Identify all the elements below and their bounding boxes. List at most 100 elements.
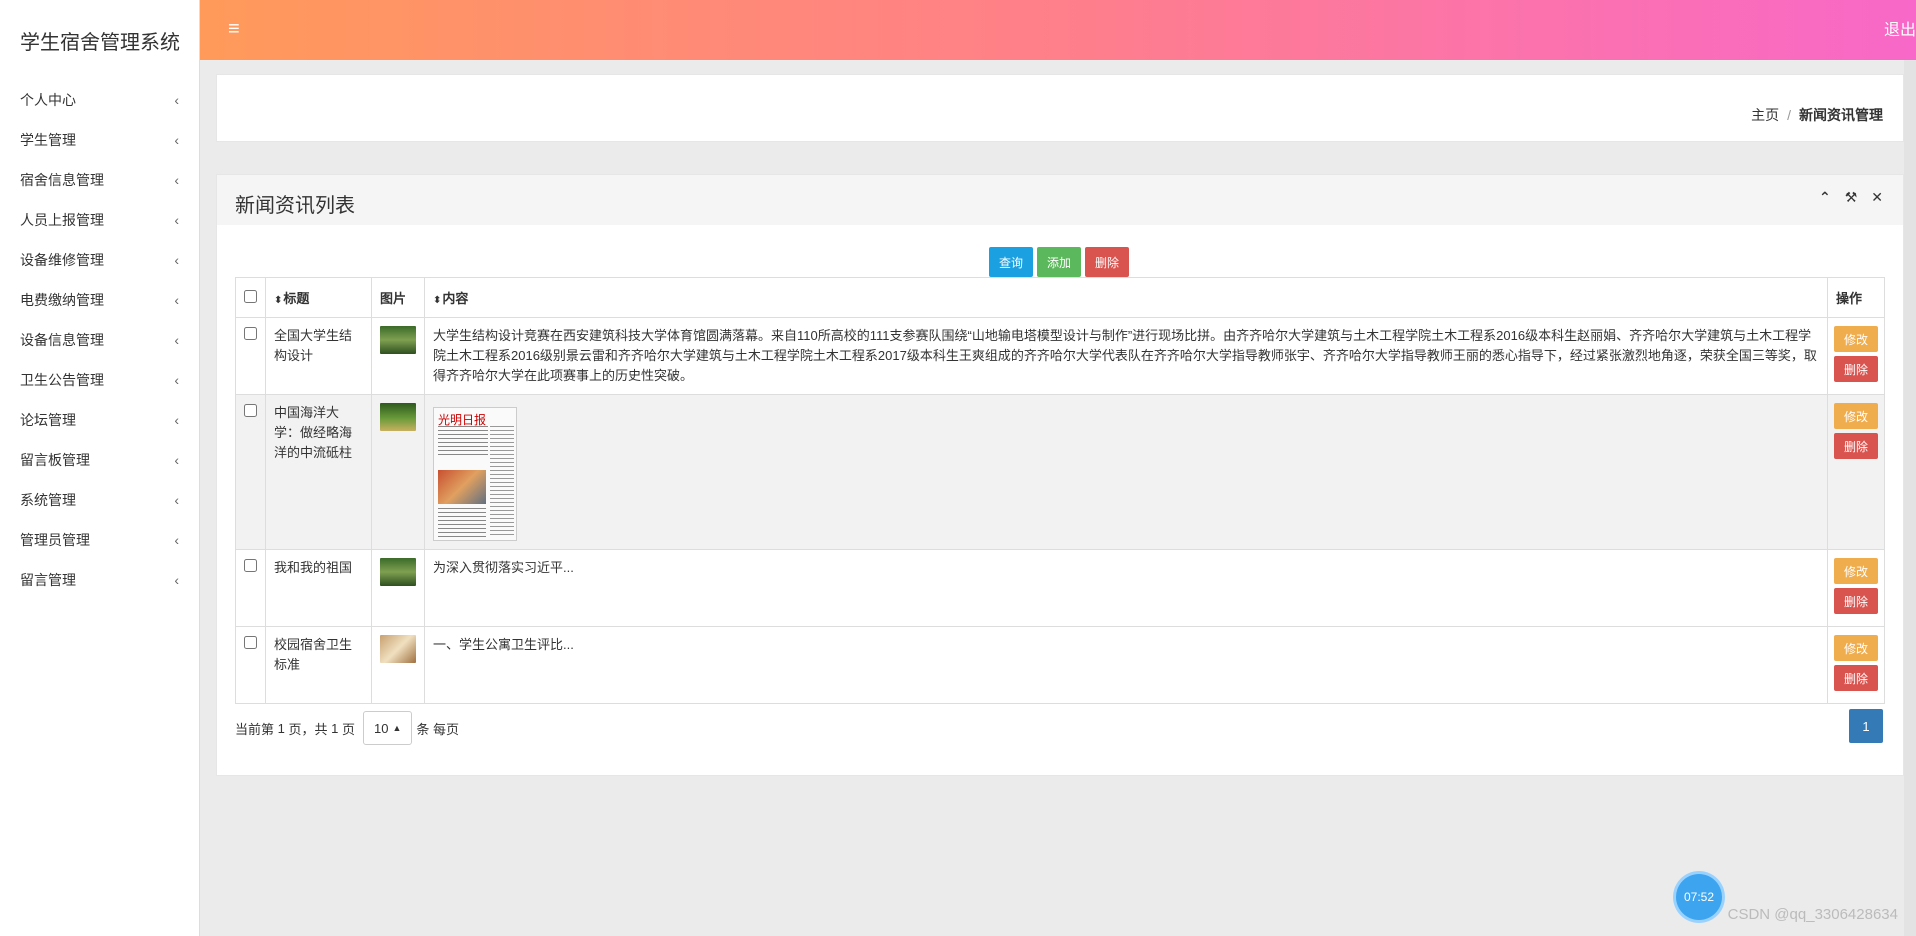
add-button[interactable]: 添加	[1037, 247, 1082, 277]
logout-link[interactable]: 退出	[1884, 16, 1916, 40]
thumbnail-image	[380, 326, 416, 354]
sidebar-item-equipment-repair[interactable]: 设备维修管理 ‹	[0, 240, 199, 280]
row-select-cell	[235, 549, 266, 627]
row-ops: 修改 删除	[1827, 626, 1885, 704]
row-image-cell	[371, 549, 425, 627]
newspaper-text-block	[438, 508, 486, 538]
chevron-left-icon: ‹	[174, 452, 179, 468]
per-page-label: 条 每页	[416, 721, 460, 737]
row-select-cell	[235, 394, 266, 550]
sidebar-item-system[interactable]: 系统管理 ‹	[0, 480, 199, 520]
toolbar: 查询 添加 删除	[989, 247, 1130, 277]
select-all-cell	[235, 277, 266, 318]
breadcrumb-panel: 主页 / 新闻资讯管理	[216, 74, 1904, 142]
edit-button[interactable]: 修改	[1834, 326, 1878, 352]
sidebar-item-admins[interactable]: 管理员管理 ‹	[0, 520, 199, 560]
collapse-icon[interactable]: ⌃	[1819, 189, 1831, 206]
row-title: 全国大学生结构设计	[265, 317, 372, 395]
sidebar-item-label: 卫生公告管理	[20, 372, 104, 388]
table-row: 校园宿舍卫生标准 一、学生公寓卫生评比... 修改 删除	[235, 626, 1885, 704]
column-header-label: 标题	[283, 291, 310, 306]
chevron-left-icon: ‹	[174, 172, 179, 188]
sidebar-menu: 个人中心 ‹ 学生管理 ‹ 宿舍信息管理 ‹ 人员上报管理 ‹ 设备维修管理 ‹ 电费缴纳…	[0, 80, 199, 600]
app-title: 学生宿舍管理系统	[20, 31, 180, 54]
watermark: CSDN @qq_3306428634	[1727, 906, 1898, 923]
row-title: 我和我的祖国	[265, 549, 372, 627]
row-ops: 修改 删除	[1827, 549, 1885, 627]
total-pages: 1	[331, 720, 339, 736]
chevron-left-icon: ‹	[174, 92, 179, 108]
row-delete-button[interactable]: 删除	[1834, 588, 1878, 614]
row-content: 大学生结构设计竞赛在西安建筑科技大学体育馆圆满落幕。来自110所高校的111支参…	[424, 317, 1828, 395]
close-icon[interactable]: ✕	[1871, 189, 1883, 206]
row-delete-button[interactable]: 删除	[1834, 356, 1878, 382]
sidebar-item-label: 学生管理	[20, 132, 76, 148]
chevron-left-icon: ‹	[174, 212, 179, 228]
wrench-icon[interactable]: ⚒	[1845, 189, 1858, 206]
column-header-image: 图片	[371, 277, 425, 318]
query-button[interactable]: 查询	[989, 247, 1034, 277]
row-checkbox[interactable]	[244, 559, 257, 572]
sidebar-item-message-board[interactable]: 留言板管理 ‹	[0, 440, 199, 480]
table-row: 我和我的祖国 为深入贯彻落实习近平... 修改 删除	[235, 549, 1885, 627]
page-size-select[interactable]: 10 ▲	[363, 711, 413, 745]
pagination-mid: 页，共	[288, 721, 328, 737]
caret-up-icon: ▲	[392, 723, 402, 733]
edit-button[interactable]: 修改	[1834, 558, 1878, 584]
page-button-1[interactable]: 1	[1849, 709, 1883, 743]
sidebar-item-students[interactable]: 学生管理 ‹	[0, 120, 199, 160]
row-checkbox[interactable]	[244, 636, 257, 649]
column-header-label: 内容	[442, 291, 469, 306]
sidebar-item-label: 留言管理	[20, 572, 76, 588]
sidebar-item-forum[interactable]: 论坛管理 ‹	[0, 400, 199, 440]
sidebar-item-label: 电费缴纳管理	[20, 292, 104, 308]
thumbnail-image	[380, 403, 416, 431]
sidebar-item-personnel-report[interactable]: 人员上报管理 ‹	[0, 200, 199, 240]
sort-icon: ⬍	[433, 295, 442, 306]
sidebar-item-label: 个人中心	[20, 92, 76, 108]
newspaper-text-column	[490, 426, 514, 536]
edit-button[interactable]: 修改	[1834, 403, 1878, 429]
thumbnail-image	[380, 635, 416, 663]
sidebar-item-personal-center[interactable]: 个人中心 ‹	[0, 80, 199, 120]
table-row: 全国大学生结构设计 大学生结构设计竞赛在西安建筑科技大学体育馆圆满落幕。来自11…	[235, 317, 1885, 395]
chevron-left-icon: ‹	[174, 132, 179, 148]
chevron-left-icon: ‹	[174, 372, 179, 388]
sidebar-item-equipment-info[interactable]: 设备信息管理 ‹	[0, 320, 199, 360]
select-all-checkbox[interactable]	[244, 289, 257, 303]
delete-button[interactable]: 删除	[1085, 247, 1130, 277]
row-ops: 修改 删除	[1827, 394, 1885, 550]
row-image-cell	[371, 626, 425, 704]
column-header-title[interactable]: ⬍标题	[265, 277, 372, 318]
edit-button[interactable]: 修改	[1834, 635, 1878, 661]
row-delete-button[interactable]: 删除	[1834, 433, 1878, 459]
row-checkbox[interactable]	[244, 404, 257, 417]
pagination-info: 当前第 1 页，共 1 页 10 ▲ 条 每页	[235, 711, 459, 745]
chevron-left-icon: ‹	[174, 332, 179, 348]
sidebar-item-label: 管理员管理	[20, 532, 90, 548]
sidebar-item-electricity-payment[interactable]: 电费缴纳管理 ‹	[0, 280, 199, 320]
sidebar-item-label: 系统管理	[20, 492, 76, 508]
row-ops: 修改 删除	[1827, 317, 1885, 395]
breadcrumb: 主页 / 新闻资讯管理	[1751, 105, 1883, 125]
row-content: 一、学生公寓卫生评比...	[424, 626, 1828, 704]
sidebar-item-label: 设备信息管理	[20, 332, 104, 348]
chevron-left-icon: ‹	[174, 572, 179, 588]
sidebar-item-hygiene-notice[interactable]: 卫生公告管理 ‹	[0, 360, 199, 400]
row-content: 为深入贯彻落实习近平...	[424, 549, 1828, 627]
card-title: 新闻资讯列表	[235, 195, 355, 217]
row-checkbox[interactable]	[244, 327, 257, 340]
row-select-cell	[235, 626, 266, 704]
card-tools: ⌃ ⚒ ✕	[1819, 189, 1883, 206]
row-delete-button[interactable]: 删除	[1834, 665, 1878, 691]
row-image-cell	[371, 317, 425, 395]
chevron-left-icon: ‹	[174, 292, 179, 308]
column-header-content[interactable]: ⬍内容	[424, 277, 1828, 318]
hamburger-menu-icon[interactable]: ≡	[228, 18, 240, 41]
sidebar-item-messages[interactable]: 留言管理 ‹	[0, 560, 199, 600]
sidebar-item-dorm-info[interactable]: 宿舍信息管理 ‹	[0, 160, 199, 200]
chevron-left-icon: ‹	[174, 492, 179, 508]
sidebar-item-label: 留言板管理	[20, 452, 90, 468]
breadcrumb-home[interactable]: 主页	[1751, 107, 1779, 123]
newspaper-text-block	[438, 426, 488, 456]
